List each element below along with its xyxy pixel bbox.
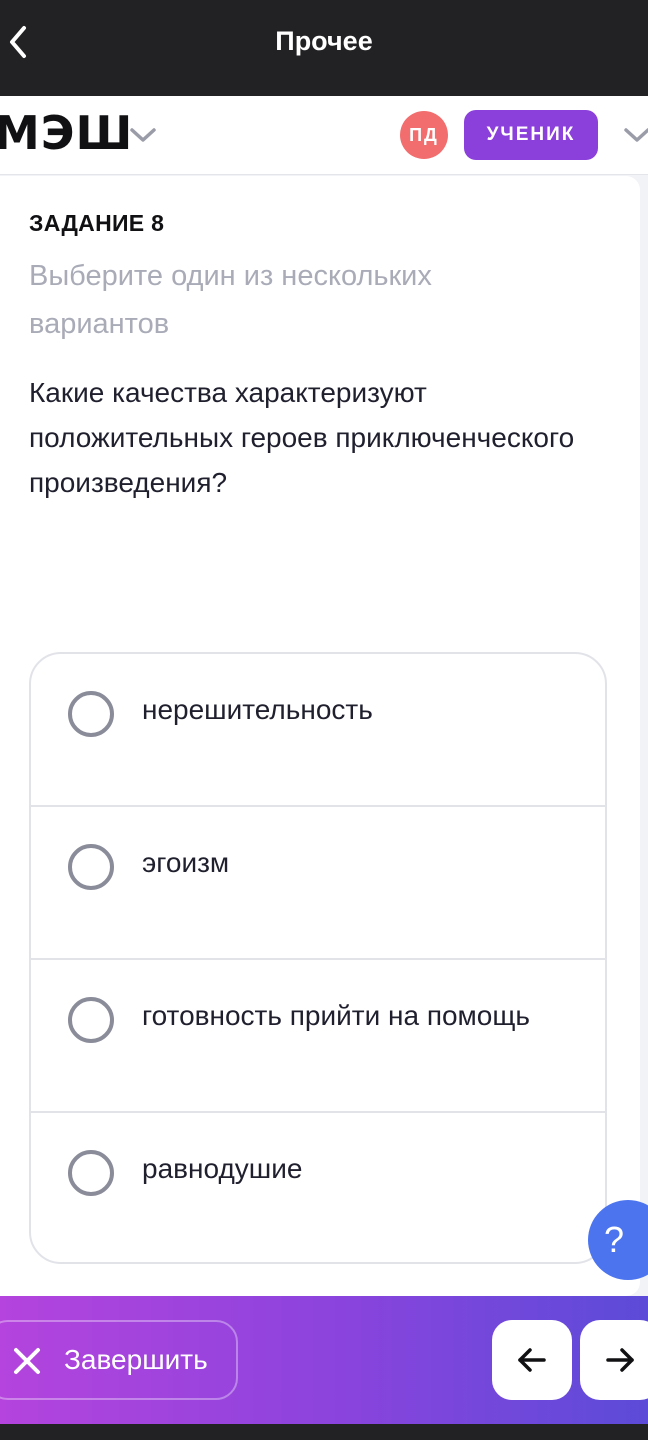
option-label: готовность прийти на помощь xyxy=(142,1000,530,1031)
next-button[interactable] xyxy=(580,1320,648,1400)
page-title: Прочее xyxy=(275,26,373,56)
option-label: равнодушие xyxy=(142,1153,303,1184)
arrow-left-icon xyxy=(518,1348,546,1372)
answer-option[interactable]: эгоизм xyxy=(31,807,605,960)
finish-label: Завершить xyxy=(64,1344,208,1375)
task-number: ЗАДАНИЕ 8 xyxy=(29,210,165,236)
answer-option[interactable]: равнодушие xyxy=(31,1113,605,1262)
answer-option[interactable]: нерешительность xyxy=(31,654,605,807)
role-badge[interactable]: УЧЕНИК xyxy=(464,110,598,160)
chevron-down-icon[interactable] xyxy=(620,124,648,146)
answer-option[interactable]: готовность прийти на помощь xyxy=(31,960,605,1113)
close-icon xyxy=(14,1348,40,1374)
top-navigation-bar: Прочее xyxy=(0,0,648,96)
radio-button[interactable] xyxy=(68,997,114,1043)
task-hint: Выберите один из нескольких вариантов xyxy=(29,260,432,340)
question-text: Какие качества характеризуют положительн… xyxy=(29,377,575,498)
system-nav-strip xyxy=(0,1424,648,1440)
option-label: эгоизм xyxy=(142,847,230,878)
radio-button[interactable] xyxy=(68,691,114,737)
radio-button[interactable] xyxy=(68,1150,114,1196)
avatar[interactable]: ПД xyxy=(400,111,448,159)
arrow-right-icon xyxy=(606,1348,634,1372)
chevron-down-icon[interactable] xyxy=(128,124,158,146)
option-label: нерешительность xyxy=(142,694,373,725)
finish-button[interactable]: Завершить xyxy=(0,1320,238,1400)
radio-button[interactable] xyxy=(68,844,114,890)
previous-button[interactable] xyxy=(492,1320,572,1400)
answer-options: нерешительность эгоизм готовность прийти… xyxy=(29,652,607,1264)
logo[interactable]: МЭШ xyxy=(0,108,133,158)
